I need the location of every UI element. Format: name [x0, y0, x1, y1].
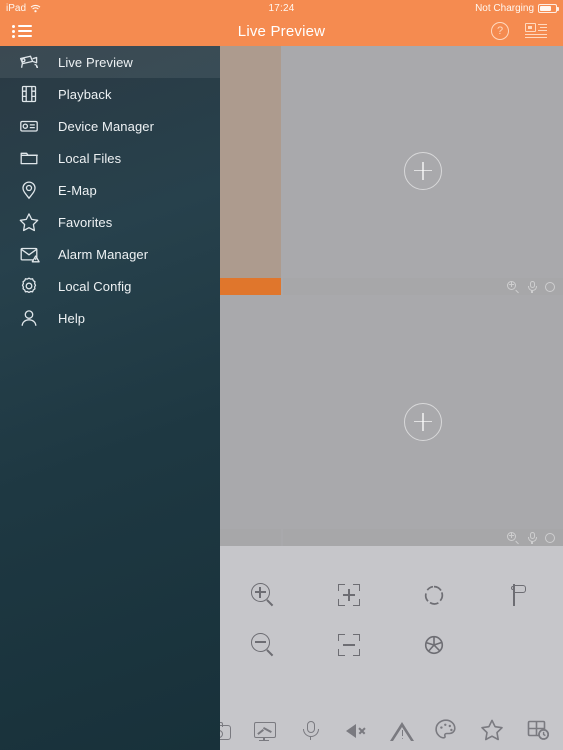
dvr-device-icon — [18, 115, 40, 137]
ptz-zoom-out[interactable] — [248, 630, 278, 660]
video-cell-2[interactable] — [282, 46, 563, 295]
gear-icon — [18, 275, 40, 297]
tab-layout[interactable] — [525, 717, 555, 745]
ptz-iris-open[interactable] — [419, 580, 449, 610]
ptz-preset[interactable] — [505, 580, 535, 610]
ptz-empty-slot — [505, 630, 535, 660]
sidebar-item-alarm-manager[interactable]: Alarm Manager — [0, 238, 220, 270]
sidebar-item-playback[interactable]: Playback — [0, 78, 220, 110]
sidebar-item-favorites[interactable]: Favorites — [0, 206, 220, 238]
sidebar-item-label: E-Map — [58, 182, 97, 198]
iris-open-icon — [424, 585, 444, 605]
ptz-iris-close[interactable] — [419, 630, 449, 660]
sidebar-item-local-files[interactable]: Local Files — [0, 142, 220, 174]
record-icon[interactable] — [545, 532, 557, 544]
sidebar-drawer: Live Preview Playback Device Manager Loc… — [0, 46, 220, 750]
status-bar: iPad 17:24 Not Charging — [0, 0, 563, 16]
status-bar-right: Not Charging — [475, 2, 559, 14]
tab-audio-mute[interactable] — [342, 717, 372, 745]
microphone-icon[interactable] — [526, 531, 538, 544]
device-list-icon[interactable] — [525, 22, 547, 40]
star-icon — [479, 717, 509, 743]
focus-minus-icon — [337, 634, 360, 656]
navigation-bar: Live Preview ? — [0, 16, 563, 46]
bottom-toolbar-items — [196, 712, 563, 750]
map-pin-icon — [18, 179, 40, 201]
list-menu-icon — [12, 24, 32, 38]
help-circle-icon[interactable]: ? — [491, 22, 509, 40]
sidebar-item-help[interactable]: Help — [0, 302, 220, 334]
video-cell-4[interactable] — [282, 297, 563, 546]
star-icon — [18, 211, 40, 233]
nav-actions: ? — [491, 22, 563, 40]
ptz-focus-far[interactable] — [334, 630, 364, 660]
sidebar-item-label: Alarm Manager — [58, 246, 149, 262]
sidebar-item-label: Help — [58, 310, 86, 326]
camera-ptz-icon — [18, 51, 40, 73]
tab-talk[interactable] — [296, 717, 326, 745]
sidebar-item-label: Playback — [58, 86, 112, 102]
tab-favorites[interactable] — [479, 717, 509, 745]
grid-clock-icon — [525, 717, 555, 743]
sidebar-item-label: Favorites — [58, 214, 113, 230]
ptz-zoom-in[interactable] — [248, 580, 278, 610]
digital-zoom-icon[interactable] — [507, 531, 519, 545]
battery-icon — [538, 3, 559, 13]
film-strip-icon — [18, 83, 40, 105]
sidebar-item-local-config[interactable]: Local Config — [0, 270, 220, 302]
focus-plus-icon — [337, 584, 360, 606]
folder-icon — [18, 147, 40, 169]
sidebar-item-e-map[interactable]: E-Map — [0, 174, 220, 206]
plus-circle-icon[interactable] — [403, 402, 442, 441]
tab-record[interactable] — [250, 717, 280, 745]
cell-toolbar-4 — [282, 529, 563, 546]
sidebar-item-label: Local Files — [58, 150, 122, 166]
menu-toggle-button[interactable] — [0, 16, 44, 46]
sidebar-item-label: Device Manager — [58, 118, 155, 134]
microphone-icon[interactable] — [526, 280, 538, 293]
battery-status-label: Not Charging — [475, 2, 534, 14]
sidebar-item-live-preview[interactable]: Live Preview — [0, 46, 220, 78]
sidebar-item-label: Live Preview — [58, 54, 133, 70]
record-icon[interactable] — [545, 281, 557, 293]
iris-close-icon — [424, 635, 444, 655]
tab-image-color[interactable] — [433, 717, 463, 745]
ptz-focus-near[interactable] — [334, 580, 364, 610]
tab-alarm[interactable] — [387, 717, 417, 745]
plus-circle-icon[interactable] — [403, 151, 442, 190]
sidebar-item-label: Local Config — [58, 278, 132, 294]
user-icon — [18, 307, 40, 329]
palette-icon — [433, 717, 463, 743]
digital-zoom-icon[interactable] — [507, 280, 519, 294]
ptz-button-grid — [220, 570, 563, 670]
page-title: Live Preview — [237, 22, 326, 40]
cell-toolbar-2 — [282, 278, 563, 295]
alarm-envelope-icon — [18, 243, 40, 265]
sidebar-item-device-manager[interactable]: Device Manager — [0, 110, 220, 142]
